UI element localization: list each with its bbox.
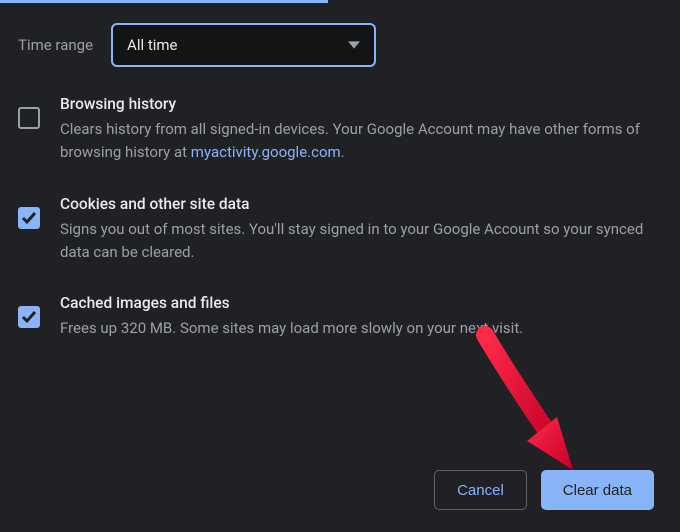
option-title: Browsing history (60, 95, 662, 113)
checkbox-browsing-history[interactable] (18, 107, 40, 129)
option-browsing-history: Browsing history Clears history from all… (18, 95, 662, 165)
checkbox-cached[interactable] (18, 306, 40, 328)
time-range-select[interactable]: All time (111, 23, 376, 67)
option-desc: Signs you out of most sites. You'll stay… (60, 218, 662, 265)
time-range-label: Time range (18, 36, 93, 54)
option-title: Cookies and other site data (60, 195, 662, 213)
option-content: Cached images and files Frees up 320 MB.… (60, 294, 662, 340)
clear-data-button[interactable]: Clear data (541, 470, 654, 510)
option-content: Browsing history Clears history from all… (60, 95, 662, 165)
option-cookies: Cookies and other site data Signs you ou… (18, 195, 662, 265)
option-cached: Cached images and files Frees up 320 MB.… (18, 294, 662, 340)
option-title: Cached images and files (60, 294, 662, 312)
option-desc: Clears history from all signed-in device… (60, 118, 662, 165)
cancel-button[interactable]: Cancel (434, 470, 527, 510)
time-range-value: All time (127, 36, 177, 54)
myactivity-link[interactable]: myactivity.google.com (191, 143, 341, 161)
dialog-buttons: Cancel Clear data (434, 470, 654, 510)
option-desc-after: . (341, 143, 345, 161)
option-desc-text: Frees up 320 MB. Some sites may load mor… (60, 319, 523, 337)
option-desc-text: Clears history from all signed-in device… (60, 120, 640, 161)
options-list: Browsing history Clears history from all… (0, 67, 680, 340)
option-content: Cookies and other site data Signs you ou… (60, 195, 662, 265)
checkbox-cookies[interactable] (18, 207, 40, 229)
time-range-row: Time range All time (0, 3, 680, 67)
chevron-down-icon (348, 36, 360, 55)
option-desc: Frees up 320 MB. Some sites may load mor… (60, 317, 662, 340)
option-desc-text: Signs you out of most sites. You'll stay… (60, 220, 643, 261)
